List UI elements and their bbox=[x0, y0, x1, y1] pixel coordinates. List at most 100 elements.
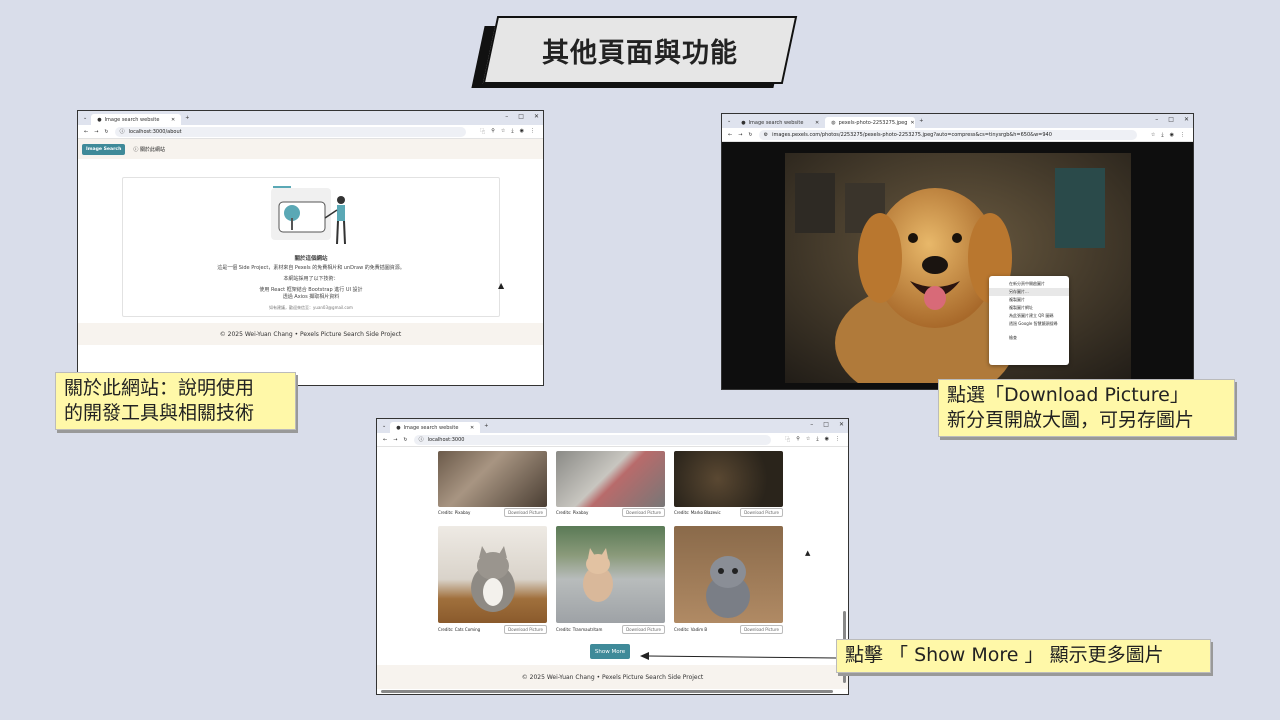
bookmark-star-icon[interactable]: ☆ bbox=[501, 128, 505, 135]
menu-icon[interactable]: ⋮ bbox=[530, 128, 535, 135]
reload-icon[interactable]: ↻ bbox=[748, 132, 752, 138]
arrow-to-show-more bbox=[640, 652, 837, 660]
tab-pexels-photo[interactable]: ◍ pexels-photo-2253275.jpeg ✕ bbox=[825, 117, 916, 128]
download-picture-button[interactable]: Download Picture bbox=[504, 507, 547, 517]
bookmark-star-icon[interactable]: ☆ bbox=[806, 436, 810, 443]
zoom-icon[interactable]: ⚲ bbox=[491, 128, 495, 135]
nav-about-link[interactable]: ⓘ 關於此網站 bbox=[133, 146, 165, 153]
reload-icon[interactable]: ↻ bbox=[104, 129, 108, 135]
tab-image-search[interactable]: ● Image search website ✕ bbox=[390, 422, 481, 433]
card-footer: Credits: Pixabay Download Picture bbox=[556, 507, 665, 517]
address-toolbar: ← → ↻ ⓘ localhost:3000 ⿻ ⚲ ☆ ⤓ ◉ ⋮ bbox=[377, 433, 848, 447]
photo-cat-tongue bbox=[556, 451, 665, 507]
mouse-cursor-icon: ▲ bbox=[805, 549, 811, 557]
tab-list-icon[interactable]: ⌄ bbox=[727, 118, 731, 124]
download-icon[interactable]: ⤓ bbox=[1161, 132, 1163, 138]
profile-icon[interactable]: ◉ bbox=[1170, 132, 1174, 138]
card-description: 這是一個 Side Project，素材來自 Pexels 的免費相片和 unD… bbox=[217, 265, 405, 271]
tab-label: Image search website bbox=[748, 119, 804, 126]
photo-cat-in-basket bbox=[438, 526, 547, 623]
photo-tabby-cat bbox=[438, 451, 547, 507]
tab-image-search[interactable]: ● Image search website ✕ bbox=[735, 117, 825, 128]
card-title: 關於這個網站 bbox=[294, 256, 328, 262]
translate-icon[interactable]: ⿻ bbox=[480, 128, 485, 135]
tab-label: Image search website bbox=[403, 424, 459, 431]
tab-close-icon[interactable]: ✕ bbox=[470, 425, 474, 431]
profile-icon[interactable]: ◉ bbox=[520, 128, 524, 135]
card-footer: Credits: Cats Coming Download Picture bbox=[438, 624, 547, 634]
slide-title: 其他頁面與功能 bbox=[542, 37, 738, 69]
maximize-icon[interactable]: □ bbox=[518, 113, 524, 120]
ctx-create-qr-code[interactable]: 為此張圖片建立 QR 圖碼 bbox=[989, 312, 1069, 320]
new-tab-icon[interactable]: + bbox=[919, 118, 923, 124]
card-footer: Credits: Tranmautritam Download Picture bbox=[556, 624, 665, 634]
zoom-icon[interactable]: ⚲ bbox=[796, 436, 800, 443]
card-footer: Credits: Vadim B Download Picture bbox=[674, 624, 783, 634]
download-picture-button[interactable]: Download Picture bbox=[622, 624, 665, 634]
minimize-icon[interactable]: – bbox=[810, 421, 813, 428]
mouse-cursor-icon: ▲ bbox=[498, 281, 505, 290]
ctx-save-image-as[interactable]: 另存圖片... bbox=[989, 288, 1069, 296]
download-picture-button[interactable]: Download Picture bbox=[504, 624, 547, 634]
minimize-icon[interactable]: – bbox=[505, 113, 508, 120]
horizontal-scrollbar[interactable] bbox=[381, 690, 833, 693]
bookmark-star-icon[interactable]: ☆ bbox=[1151, 132, 1155, 138]
card-tech-intro: 本網站採用了以下技術： bbox=[283, 276, 339, 282]
address-bar[interactable]: ⚙ images.pexels.com/photos/2253275/pexel… bbox=[758, 129, 1137, 140]
tab-image-search[interactable]: ● Image search website ✕ bbox=[91, 114, 182, 125]
forward-icon[interactable]: → bbox=[738, 132, 742, 138]
ctx-search-with-google-lens[interactable]: 透過 Google 智慧鏡頭搜尋 bbox=[989, 320, 1069, 328]
forward-icon[interactable]: → bbox=[94, 129, 98, 135]
new-tab-icon[interactable]: + bbox=[185, 115, 189, 121]
golden-retriever-photo bbox=[785, 153, 1131, 383]
favicon-icon: ● bbox=[741, 119, 746, 126]
tab-close-icon[interactable]: ✕ bbox=[910, 120, 914, 126]
ctx-copy-image[interactable]: 複製圖片 bbox=[989, 296, 1069, 304]
tab-close-icon[interactable]: ✕ bbox=[815, 120, 819, 126]
url-text: images.pexels.com/photos/2253275/pexels-… bbox=[772, 131, 1052, 138]
tab-list-icon[interactable]: ⌄ bbox=[83, 115, 87, 121]
reload-icon[interactable]: ↻ bbox=[403, 437, 407, 443]
profile-icon[interactable]: ◉ bbox=[825, 436, 829, 443]
maximize-icon[interactable]: □ bbox=[823, 421, 829, 428]
grey-kitten-figure bbox=[706, 556, 750, 618]
address-bar[interactable]: ⓘ localhost:3000/about bbox=[114, 126, 467, 137]
ctx-copy-image-address[interactable]: 複製圖片網址 bbox=[989, 304, 1069, 312]
download-picture-button[interactable]: Download Picture bbox=[740, 624, 783, 634]
close-window-icon[interactable]: ✕ bbox=[1184, 116, 1189, 123]
translate-icon[interactable]: ⿻ bbox=[785, 436, 790, 443]
caption-about-line1: 關於此網站：說明使用 bbox=[64, 377, 255, 399]
gallery-footer: © 2025 Wei-Yuan Chang • Pexels Picture S… bbox=[377, 665, 848, 689]
minimize-icon[interactable]: – bbox=[1155, 116, 1158, 123]
tab-label: Image search website bbox=[104, 116, 160, 123]
address-bar[interactable]: ⓘ localhost:3000 bbox=[413, 434, 772, 445]
forward-icon[interactable]: → bbox=[393, 437, 397, 443]
tab-strip: ⌄ ● Image search website ✕ + – □ ✕ bbox=[78, 111, 543, 125]
download-icon[interactable]: ⤓ bbox=[511, 128, 513, 135]
download-picture-button[interactable]: Download Picture bbox=[622, 507, 665, 517]
close-window-icon[interactable]: ✕ bbox=[534, 113, 539, 120]
tab-strip: ⌄ ● Image search website ✕ + – □ ✕ bbox=[377, 419, 848, 433]
ctx-inspect[interactable]: 檢查 bbox=[989, 334, 1069, 342]
caption-pexels-line2: 新分頁開啟大圖，可另存圖片 bbox=[947, 409, 1195, 431]
download-icon[interactable]: ⤓ bbox=[816, 436, 818, 443]
back-icon[interactable]: ← bbox=[383, 437, 387, 443]
close-window-icon[interactable]: ✕ bbox=[839, 421, 844, 428]
card-footer: Credits: Pixabay Download Picture bbox=[438, 507, 547, 517]
back-icon[interactable]: ← bbox=[84, 129, 88, 135]
brand-button[interactable]: Image Search bbox=[82, 143, 126, 155]
card-footer: Credits: Marko Blazevic Download Picture bbox=[674, 507, 783, 517]
show-more-button[interactable]: Show More bbox=[590, 644, 630, 659]
back-icon[interactable]: ← bbox=[728, 132, 732, 138]
tab-close-icon[interactable]: ✕ bbox=[171, 117, 175, 123]
ctx-open-image-new-tab[interactable]: 在新分頁中開啟圖片 bbox=[989, 280, 1069, 288]
maximize-icon[interactable]: □ bbox=[1168, 116, 1174, 123]
menu-icon[interactable]: ⋮ bbox=[835, 436, 840, 443]
tab-list-icon[interactable]: ⌄ bbox=[382, 423, 386, 429]
download-picture-button[interactable]: Download Picture bbox=[740, 507, 783, 517]
new-tab-icon[interactable]: + bbox=[484, 423, 488, 429]
info-icon: ⓘ bbox=[119, 129, 125, 135]
caption-pexels: 點選「Download Picture」 新分頁開啟大圖，可另存圖片 bbox=[938, 379, 1235, 437]
menu-icon[interactable]: ⋮ bbox=[1180, 132, 1185, 138]
caption-show-more: 點擊 「 Show More 」 顯示更多圖片 bbox=[836, 639, 1211, 673]
